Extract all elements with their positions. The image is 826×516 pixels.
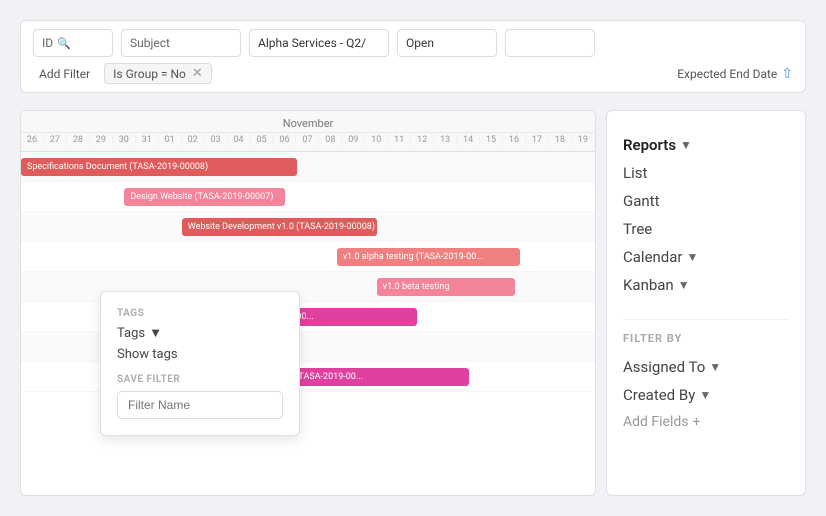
gantt-day: 01 xyxy=(159,133,182,147)
filter-by-title: FILTER BY xyxy=(623,332,789,345)
sort-label[interactable]: Expected End Date ⇧ xyxy=(677,66,793,82)
tags-dropdown[interactable]: Tags ▼ xyxy=(117,325,283,341)
gantt-day: 26 xyxy=(21,133,44,147)
gantt-header: November 26 27 28 29 30 31 01 02 03 04 0… xyxy=(21,111,595,152)
tags-dropdown-label: Tags xyxy=(117,326,145,341)
gantt-day: 06 xyxy=(273,133,296,147)
tags-section: TAGS Tags ▼ Show tags xyxy=(117,308,283,362)
gantt-bar[interactable]: Design Website (TASA-2019-00007) xyxy=(124,188,285,206)
filter-section: FILTER BY Assigned To ▼ Created By ▼ Add… xyxy=(623,332,789,435)
created-by-label: Created By xyxy=(623,386,695,404)
sidebar-item-kanban[interactable]: Kanban ▼ xyxy=(623,271,789,299)
sidebar-item-reports[interactable]: Reports ▼ xyxy=(623,131,789,159)
gantt-day: 02 xyxy=(182,133,205,147)
reports-label: Reports xyxy=(623,136,676,154)
gantt-day: 08 xyxy=(319,133,342,147)
gantt-day: 16 xyxy=(503,133,526,147)
gantt-day: 30 xyxy=(113,133,136,147)
gantt-day: 03 xyxy=(205,133,228,147)
gantt-day: 05 xyxy=(251,133,274,147)
add-fields-label: Add Fields xyxy=(623,414,689,430)
tags-popup: TAGS Tags ▼ Show tags SAVE FILTER xyxy=(100,291,300,436)
id-placeholder: ID xyxy=(42,36,53,50)
filter-tag-text: Is Group = No xyxy=(113,67,186,81)
gantt-day: 07 xyxy=(296,133,319,147)
save-filter-section: SAVE FILTER xyxy=(117,374,283,419)
gantt-row: Specifications Document (TASA-2019-00008… xyxy=(21,152,595,182)
sidebar-item-tree[interactable]: Tree xyxy=(623,215,789,243)
save-filter-label: SAVE FILTER xyxy=(117,374,283,385)
gantt-bar[interactable]: v1.0 alpha testing (TASA-2019-00... xyxy=(337,248,521,266)
calendar-label: Calendar xyxy=(623,248,683,266)
gantt-bar[interactable]: Specifications Document (TASA-2019-00008… xyxy=(21,158,297,176)
gantt-day: 28 xyxy=(67,133,90,147)
gantt-day: 14 xyxy=(457,133,480,147)
gantt-day: 31 xyxy=(136,133,159,147)
id-filter-input[interactable]: ID 🔍 xyxy=(33,29,113,57)
sort-arrow-icon: ⇧ xyxy=(781,66,793,82)
filter-tags-row: Add Filter Is Group = No ✕ Expected End … xyxy=(33,63,793,84)
add-icon: + xyxy=(693,414,701,430)
assigned-to-label: Assigned To xyxy=(623,358,705,376)
gantt-day: 17 xyxy=(526,133,549,147)
tags-dropdown-arrow: ▼ xyxy=(149,325,162,341)
subject-filter-input[interactable]: Subject xyxy=(121,29,241,57)
extra-filter-input[interactable] xyxy=(505,29,595,57)
tree-label: Tree xyxy=(623,220,652,238)
gantt-day: 19 xyxy=(572,133,595,147)
gantt-day: 27 xyxy=(44,133,67,147)
add-filter-button[interactable]: Add Filter xyxy=(33,65,96,83)
created-by-arrow: ▼ xyxy=(699,388,711,402)
gantt-month: November xyxy=(21,115,595,132)
gantt-day: 04 xyxy=(228,133,251,147)
tags-section-label: TAGS xyxy=(117,308,283,319)
kanban-label: Kanban xyxy=(623,276,674,294)
status-value: Open xyxy=(406,36,434,50)
filter-inputs-row: ID 🔍 Subject Alpha Services - Q2/ Open xyxy=(33,29,793,57)
gantt-day: 10 xyxy=(365,133,388,147)
gantt-bar[interactable]: Website Development v1.0 (TASA-2019-0000… xyxy=(182,218,377,236)
project-filter-input[interactable]: Alpha Services - Q2/ xyxy=(249,29,389,57)
sidebar-item-created-by[interactable]: Created By ▼ xyxy=(623,381,789,409)
project-value: Alpha Services - Q2/ xyxy=(258,36,366,50)
gantt-day: 15 xyxy=(480,133,503,147)
gantt-day: 29 xyxy=(90,133,113,147)
calendar-dropdown-arrow: ▼ xyxy=(687,250,699,264)
right-sidebar: Reports ▼ List Gantt Tree Calendar ▼ Kan… xyxy=(606,110,806,496)
sort-text: Expected End Date xyxy=(677,67,777,81)
search-icon: 🔍 xyxy=(57,37,71,50)
subject-placeholder: Subject xyxy=(130,36,170,50)
gantt-label: Gantt xyxy=(623,192,659,210)
filter-bar: ID 🔍 Subject Alpha Services - Q2/ Open A… xyxy=(20,20,806,93)
reports-dropdown-arrow: ▼ xyxy=(680,138,692,152)
gantt-day: 13 xyxy=(434,133,457,147)
views-section: Reports ▼ List Gantt Tree Calendar ▼ Kan… xyxy=(623,131,789,299)
sidebar-item-gantt[interactable]: Gantt xyxy=(623,187,789,215)
gantt-row: Design Website (TASA-2019-00007) xyxy=(21,182,595,212)
filter-name-input[interactable] xyxy=(117,391,283,419)
filter-tag: Is Group = No ✕ xyxy=(104,63,212,84)
assigned-to-arrow: ▼ xyxy=(709,360,721,374)
gantt-bar[interactable]: v1.0 beta testing xyxy=(377,278,515,296)
sidebar-item-list[interactable]: List xyxy=(623,159,789,187)
sidebar-divider xyxy=(623,319,789,320)
gantt-row: Website Development v1.0 (TASA-2019-0000… xyxy=(21,212,595,242)
gantt-day: 18 xyxy=(549,133,572,147)
sidebar-item-calendar[interactable]: Calendar ▼ xyxy=(623,243,789,271)
gantt-day: 09 xyxy=(342,133,365,147)
kanban-dropdown-arrow: ▼ xyxy=(678,278,690,292)
gantt-days: 26 27 28 29 30 31 01 02 03 04 05 06 07 0… xyxy=(21,132,595,147)
gantt-day: 12 xyxy=(411,133,434,147)
add-fields-button[interactable]: Add Fields + xyxy=(623,409,789,435)
show-tags-option[interactable]: Show tags xyxy=(117,347,283,362)
filter-left: Add Filter Is Group = No ✕ xyxy=(33,63,212,84)
filter-tag-close[interactable]: ✕ xyxy=(192,66,203,81)
sidebar-item-assigned-to[interactable]: Assigned To ▼ xyxy=(623,353,789,381)
list-label: List xyxy=(623,164,647,182)
gantt-day: 11 xyxy=(388,133,411,147)
status-filter-input[interactable]: Open xyxy=(397,29,497,57)
gantt-row: v1.0 alpha testing (TASA-2019-00... xyxy=(21,242,595,272)
